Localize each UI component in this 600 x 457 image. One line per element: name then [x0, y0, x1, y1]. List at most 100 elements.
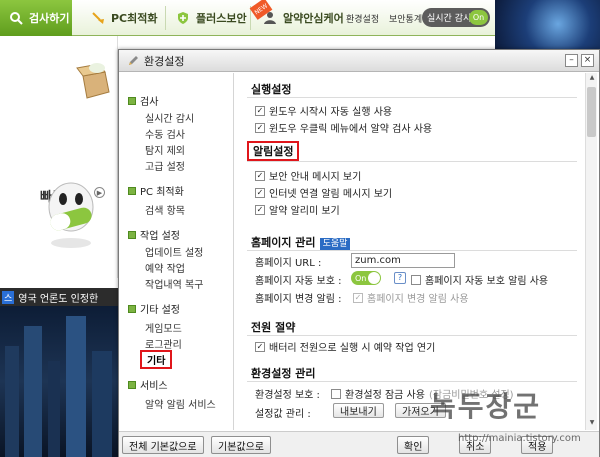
nav-item-alert-service[interactable]: 알약 알림 서비스 — [145, 396, 216, 411]
category-bullet-icon — [128, 96, 136, 105]
toolbar-divider — [165, 6, 166, 30]
section-divider — [247, 97, 577, 98]
app-toolbar: 검사하기 PC최적화 플러스보안 NEW 알약안심케어 환경설정 보안통계 실시… — [0, 0, 495, 36]
optimize-tab[interactable]: PC최적화 — [90, 0, 158, 36]
nav-category-label: 기타 설정 — [140, 305, 180, 316]
section-title-env: 환경설정 관리 — [251, 367, 316, 380]
section-title-homepage: 홈페이지 관리 도움말 — [251, 234, 351, 250]
category-bullet-icon — [128, 230, 136, 239]
nav-category-label: 서비스 — [140, 381, 168, 392]
person-icon — [262, 10, 278, 26]
plus-security-label: 플러스보안 — [196, 12, 247, 25]
nav-item-logs[interactable]: 로그관리 — [145, 336, 182, 351]
news-tag: 스 — [2, 290, 15, 304]
realtime-toggle[interactable]: 실시간 감시 On — [422, 8, 490, 27]
alert-security-option[interactable]: ✓ 보안 안내 메시지 보기 — [255, 168, 361, 183]
optimize-tab-label: PC최적화 — [111, 12, 158, 25]
nav-category-other[interactable]: 기타 설정 — [128, 301, 180, 316]
nav-category-label: 작업 설정 — [140, 231, 180, 242]
help-button[interactable]: 도움말 — [319, 238, 351, 250]
checkbox-checked[interactable]: ✓ — [255, 187, 265, 198]
nav-item-exclusions[interactable]: 탐지 제외 — [145, 142, 185, 157]
checkbox-unchecked[interactable] — [331, 388, 341, 399]
nav-category-service[interactable]: 서비스 — [128, 377, 168, 392]
category-bullet-icon — [128, 380, 136, 389]
scan-tab[interactable]: 검사하기 — [0, 0, 72, 36]
option-label: 환경설정 잠금 사용 — [345, 390, 425, 401]
export-button[interactable]: 내보내기 — [333, 403, 384, 418]
nav-category-scan[interactable]: 검사 — [128, 93, 158, 108]
alert-notifier-option[interactable]: ✓ 알약 알리미 보기 — [255, 202, 340, 217]
checkbox-checked[interactable]: ✓ — [255, 105, 265, 116]
homepage-protect-label: 홈페이지 자동 보호 : — [255, 276, 342, 287]
homepage-protect-notify-option[interactable]: 홈페이지 자동 보호 알림 사용 — [411, 272, 548, 287]
checkbox-checked[interactable]: ✓ — [255, 170, 265, 181]
power-battery-option[interactable]: ✓ 배터리 전원으로 실행 시 예약 작업 연기 — [255, 339, 435, 354]
option-label: 인터넷 연결 알림 메시지 보기 — [269, 189, 393, 200]
content-scrollbar[interactable]: ▲ ▼ — [585, 73, 597, 430]
nav-category-optimize[interactable]: PC 최적화 — [128, 183, 184, 198]
nav-item-update[interactable]: 업데이트 설정 — [145, 244, 203, 259]
news-strip[interactable]: 스 영국 언론도 인정한 — [0, 288, 118, 306]
nav-category-tasks[interactable]: 작업 설정 — [128, 227, 180, 242]
option-label: 윈도우 시작시 자동 실행 사용 — [269, 107, 393, 118]
security-stats-link[interactable]: 보안통계 — [389, 12, 422, 25]
question-icon[interactable]: ? — [394, 272, 406, 284]
option-label: 홈페이지 변경 알림 사용 — [367, 294, 469, 305]
nav-item-realtime[interactable]: 실시간 감시 — [145, 110, 194, 125]
plus-security-tab[interactable]: 플러스보안 — [175, 0, 247, 36]
safe-care-tab[interactable]: 알약안심케어 — [262, 0, 344, 36]
nav-item-manual-scan[interactable]: 수동 검사 — [145, 126, 185, 141]
run-context-menu-option[interactable]: ✓ 윈도우 우클릭 메뉴에서 알약 검사 사용 — [255, 120, 432, 135]
category-bullet-icon — [128, 304, 136, 313]
broom-icon — [90, 10, 106, 26]
nav-item-search-items[interactable]: 검색 항목 — [145, 202, 185, 217]
pencil-icon — [127, 55, 139, 67]
scroll-up-icon[interactable]: ▲ — [587, 74, 597, 84]
reset-button[interactable]: 기본값으로 — [211, 436, 271, 454]
homepage-protect-toggle[interactable]: On — [351, 271, 381, 285]
homepage-url-input[interactable]: zum.com — [351, 253, 455, 268]
settings-nav: 검사 실시간 감시 수동 검사 탐지 제외 고급 설정 PC 최적화 검색 항목… — [120, 73, 234, 430]
scroll-thumb[interactable] — [587, 87, 596, 137]
watermark-title: 녹두장군 — [430, 390, 542, 423]
checkbox-checked[interactable]: ✓ — [255, 341, 265, 352]
option-label: 알약 알리미 보기 — [269, 206, 340, 217]
app-side-panel: 빠른검사 ▶ — [0, 36, 118, 278]
skyline-illustration — [5, 316, 112, 457]
run-startup-option[interactable]: ✓ 윈도우 시작시 자동 실행 사용 — [255, 103, 392, 118]
section-title-alerts: 알림설정 — [247, 141, 300, 161]
ok-button[interactable]: 확인 — [397, 436, 430, 454]
realtime-state: On — [469, 10, 488, 25]
nav-item-restore[interactable]: 작업내역 복구 — [145, 276, 203, 291]
scroll-down-icon[interactable]: ▼ — [587, 419, 597, 429]
news-headline: 영국 언론도 인정한 — [18, 293, 99, 305]
alert-internet-option[interactable]: ✓ 인터넷 연결 알림 메시지 보기 — [255, 185, 392, 200]
checkbox-checked[interactable]: ✓ — [255, 122, 265, 133]
nav-item-game-mode[interactable]: 게임모드 — [145, 320, 182, 335]
dialog-titlebar[interactable]: 환경설정 – × — [119, 50, 599, 72]
reset-all-button[interactable]: 전체 기본값으로 — [122, 436, 204, 454]
checkbox-unchecked[interactable] — [411, 274, 421, 285]
mascot-icon — [48, 182, 94, 248]
nav-item-advanced[interactable]: 고급 설정 — [145, 158, 185, 173]
safe-care-label: 알약안심케어 — [283, 12, 344, 25]
option-label: 윈도우 우클릭 메뉴에서 알약 검사 사용 — [269, 124, 433, 135]
close-button[interactable]: × — [581, 54, 594, 67]
section-title-text: 홈페이지 관리 — [251, 236, 316, 249]
checkbox-checked[interactable]: ✓ — [255, 204, 265, 215]
minimize-button[interactable]: – — [565, 54, 578, 67]
env-protect-label: 환경설정 보호 : — [255, 390, 320, 401]
nav-item-scheduled[interactable]: 예약 작업 — [145, 260, 185, 275]
homepage-change-notify-option[interactable]: ✓ 홈페이지 변경 알림 사용 — [353, 290, 469, 305]
env-settings-link[interactable]: 환경설정 — [346, 12, 379, 25]
checkbox-checked-disabled[interactable]: ✓ — [353, 292, 363, 303]
dialog-title: 환경설정 — [144, 54, 185, 68]
nav-item-other[interactable]: 기타 — [140, 350, 173, 369]
env-value-label: 설정값 관리 : — [255, 409, 311, 420]
search-icon — [8, 10, 24, 26]
section-divider — [247, 335, 577, 336]
settings-content: 실행설정 ✓ 윈도우 시작시 자동 실행 사용 ✓ 윈도우 우클릭 메뉴에서 알… — [235, 73, 599, 430]
category-bullet-icon — [128, 186, 136, 195]
homepage-change-label: 홈페이지 변경 알림 : — [255, 294, 342, 305]
